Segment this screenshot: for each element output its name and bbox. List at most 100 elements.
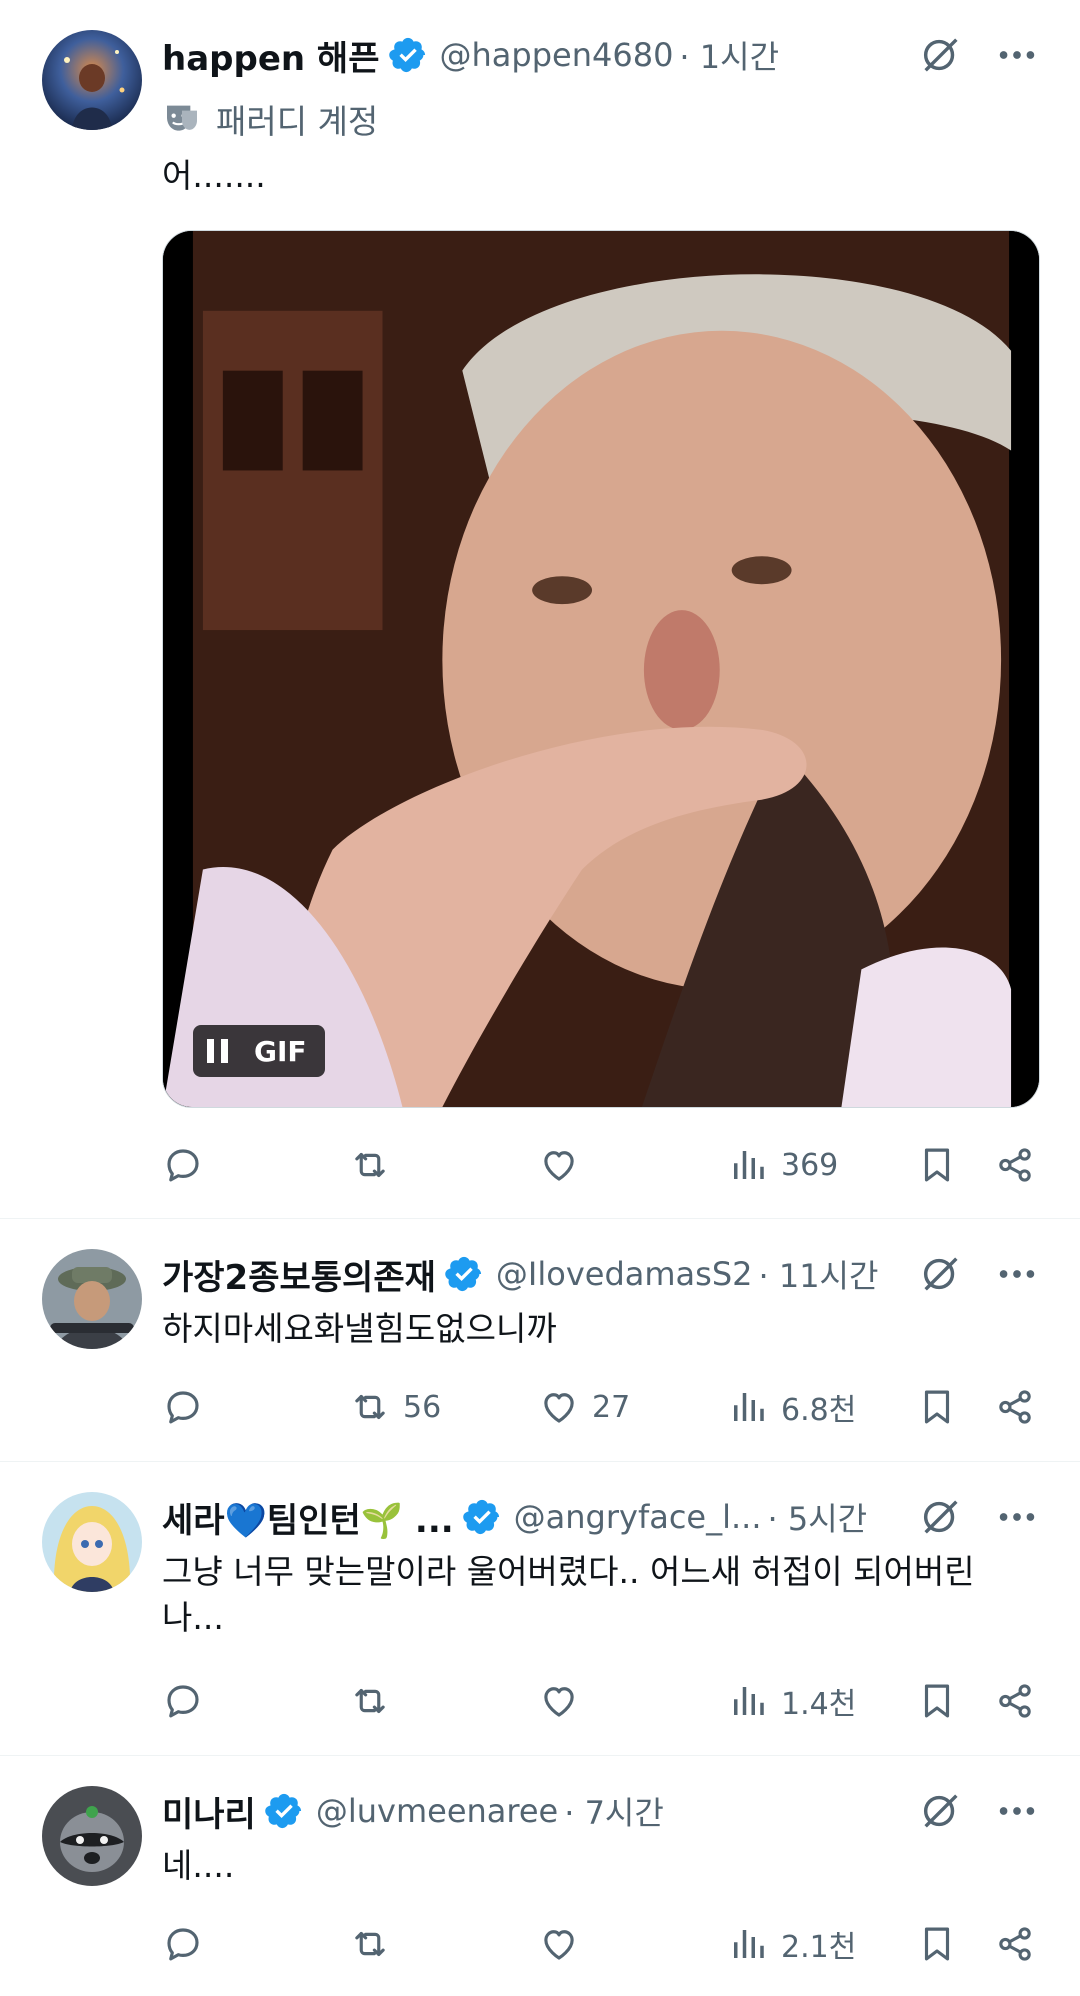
display-name[interactable]: 가장2종보통의존재 [162, 1250, 436, 1299]
timestamp[interactable]: · 7시간 [564, 1788, 664, 1834]
bookmark-button[interactable] [916, 1382, 958, 1432]
share-button[interactable] [994, 1382, 1036, 1432]
like-button[interactable] [538, 1140, 580, 1190]
reply-button[interactable] [162, 1919, 204, 1969]
gif-label: GIF [254, 1034, 307, 1068]
tweet-text: 어....... [162, 156, 266, 195]
parody-label: 패러디 계정 [162, 95, 378, 143]
grok-icon[interactable] [918, 1251, 964, 1297]
reply-icon [162, 1386, 204, 1428]
tweet-text-line: 나... [162, 1598, 224, 1637]
grok-icon[interactable] [918, 1788, 964, 1834]
tweet-text: 그냥 너무 맞는말이라 울어버렸다.. 어느새 허접이 되어버린 나... [162, 1549, 1020, 1641]
bookmark-button[interactable] [916, 1919, 958, 1969]
share-icon [994, 1386, 1036, 1428]
more-icon[interactable] [994, 1494, 1040, 1540]
tweet[interactable]: 가장2종보통의존재 @IlovedamasS2 · 11시간 하지마세요화낼힘도… [0, 1219, 1080, 1461]
avatar[interactable] [42, 1249, 142, 1349]
views-count: 369 [781, 1147, 839, 1183]
tweet[interactable]: happen 해픈 @happen4680 · 1시간 패러디 계정 어....… [0, 0, 1080, 1218]
tweet-actions: 2.1천 [162, 1919, 1040, 1969]
retweet-button[interactable] [349, 1676, 391, 1726]
grok-icon[interactable] [918, 1494, 964, 1540]
retweet-button[interactable] [349, 1919, 391, 1969]
header-actions [918, 1789, 1040, 1833]
timestamp[interactable]: · 5시간 [768, 1494, 868, 1540]
retweet-count: 56 [403, 1389, 442, 1425]
tweet[interactable]: 미나리 @luvmeenaree · 7시간 네.... 2.1천 [0, 1756, 1080, 1996]
like-button[interactable]: 27 [538, 1382, 630, 1432]
avatar[interactable] [42, 30, 142, 130]
pause-icon[interactable] [207, 1039, 228, 1063]
tweet[interactable]: 세라💙팀인턴🌱 ... @angryface_l... · 5시간 그냥 너무 … [0, 1462, 1080, 1755]
tweet-actions: 369 [162, 1140, 1040, 1190]
like-count: 27 [592, 1389, 631, 1425]
bookmark-icon [916, 1923, 958, 1965]
more-icon[interactable] [994, 1251, 1040, 1297]
retweet-icon [349, 1386, 391, 1428]
reply-button[interactable] [162, 1382, 204, 1432]
display-name[interactable]: 세라💙팀인턴🌱 ... [162, 1493, 454, 1542]
like-icon [538, 1386, 580, 1428]
display-name[interactable]: happen 해픈 [162, 31, 380, 80]
more-icon[interactable] [994, 32, 1040, 78]
views-button[interactable]: 1.4천 [727, 1676, 856, 1726]
views-button[interactable]: 2.1천 [727, 1919, 856, 1969]
header-actions [918, 33, 1040, 77]
views-button[interactable]: 369 [727, 1140, 838, 1190]
handle[interactable]: @happen4680 [440, 36, 674, 74]
tweet-text-line: 그냥 너무 맞는말이라 울어버렸다.. 어느새 허접이 되어버린 [162, 1552, 975, 1591]
share-button[interactable] [994, 1676, 1036, 1726]
share-icon [994, 1144, 1036, 1186]
views-count: 1.4천 [781, 1687, 857, 1722]
reply-icon [162, 1144, 204, 1186]
gif-frame [163, 231, 1039, 1107]
avatar[interactable] [42, 1786, 142, 1886]
display-name[interactable]: 미나리 [162, 1787, 256, 1836]
views-icon [727, 1923, 769, 1965]
share-button[interactable] [994, 1919, 1036, 1969]
retweet-icon [349, 1923, 391, 1965]
avatar[interactable] [42, 1492, 142, 1592]
retweet-icon [349, 1144, 391, 1186]
tweet-text: 하지마세요화낼힘도없으니까 [162, 1309, 557, 1348]
more-icon[interactable] [994, 1788, 1040, 1834]
header-actions [918, 1252, 1040, 1296]
timestamp[interactable]: · 11시간 [758, 1251, 878, 1297]
verified-badge-icon [462, 1497, 502, 1537]
handle[interactable]: @luvmeenaree [316, 1792, 558, 1830]
tweet-header: 가장2종보통의존재 @IlovedamasS2 · 11시간 [162, 1250, 1040, 1299]
like-button[interactable] [538, 1919, 580, 1969]
verified-badge-icon [264, 1791, 304, 1831]
handle[interactable]: @IlovedamasS2 [496, 1255, 753, 1293]
share-button[interactable] [994, 1140, 1036, 1190]
views-icon [727, 1144, 769, 1186]
like-icon [538, 1923, 580, 1965]
reply-button[interactable] [162, 1140, 204, 1190]
like-icon [538, 1144, 580, 1186]
retweet-button[interactable] [349, 1140, 391, 1190]
retweet-icon [349, 1680, 391, 1722]
header-actions [918, 1495, 1040, 1539]
handle[interactable]: @angryface_l... [514, 1498, 762, 1536]
bookmark-button[interactable] [916, 1140, 958, 1190]
bookmark-icon [916, 1386, 958, 1428]
views-icon [727, 1680, 769, 1722]
parody-mask-icon [162, 99, 202, 139]
bookmark-button[interactable] [916, 1676, 958, 1726]
views-count: 2.1천 [781, 1930, 857, 1965]
gif-badge[interactable]: GIF [193, 1025, 325, 1077]
tweet-text: 네.... [162, 1846, 235, 1885]
grok-icon[interactable] [918, 32, 964, 78]
reply-button[interactable] [162, 1676, 204, 1726]
verified-badge-icon [388, 35, 428, 75]
bookmark-icon [916, 1680, 958, 1722]
views-button[interactable]: 6.8천 [727, 1382, 856, 1432]
retweet-button[interactable]: 56 [349, 1382, 441, 1432]
like-icon [538, 1680, 580, 1722]
bookmark-icon [916, 1144, 958, 1186]
like-button[interactable] [538, 1676, 580, 1726]
tweet-media-gif[interactable]: GIF [162, 230, 1040, 1108]
timestamp[interactable]: · 1시간 [679, 32, 779, 78]
tweet-header: happen 해픈 @happen4680 · 1시간 [162, 31, 1040, 80]
